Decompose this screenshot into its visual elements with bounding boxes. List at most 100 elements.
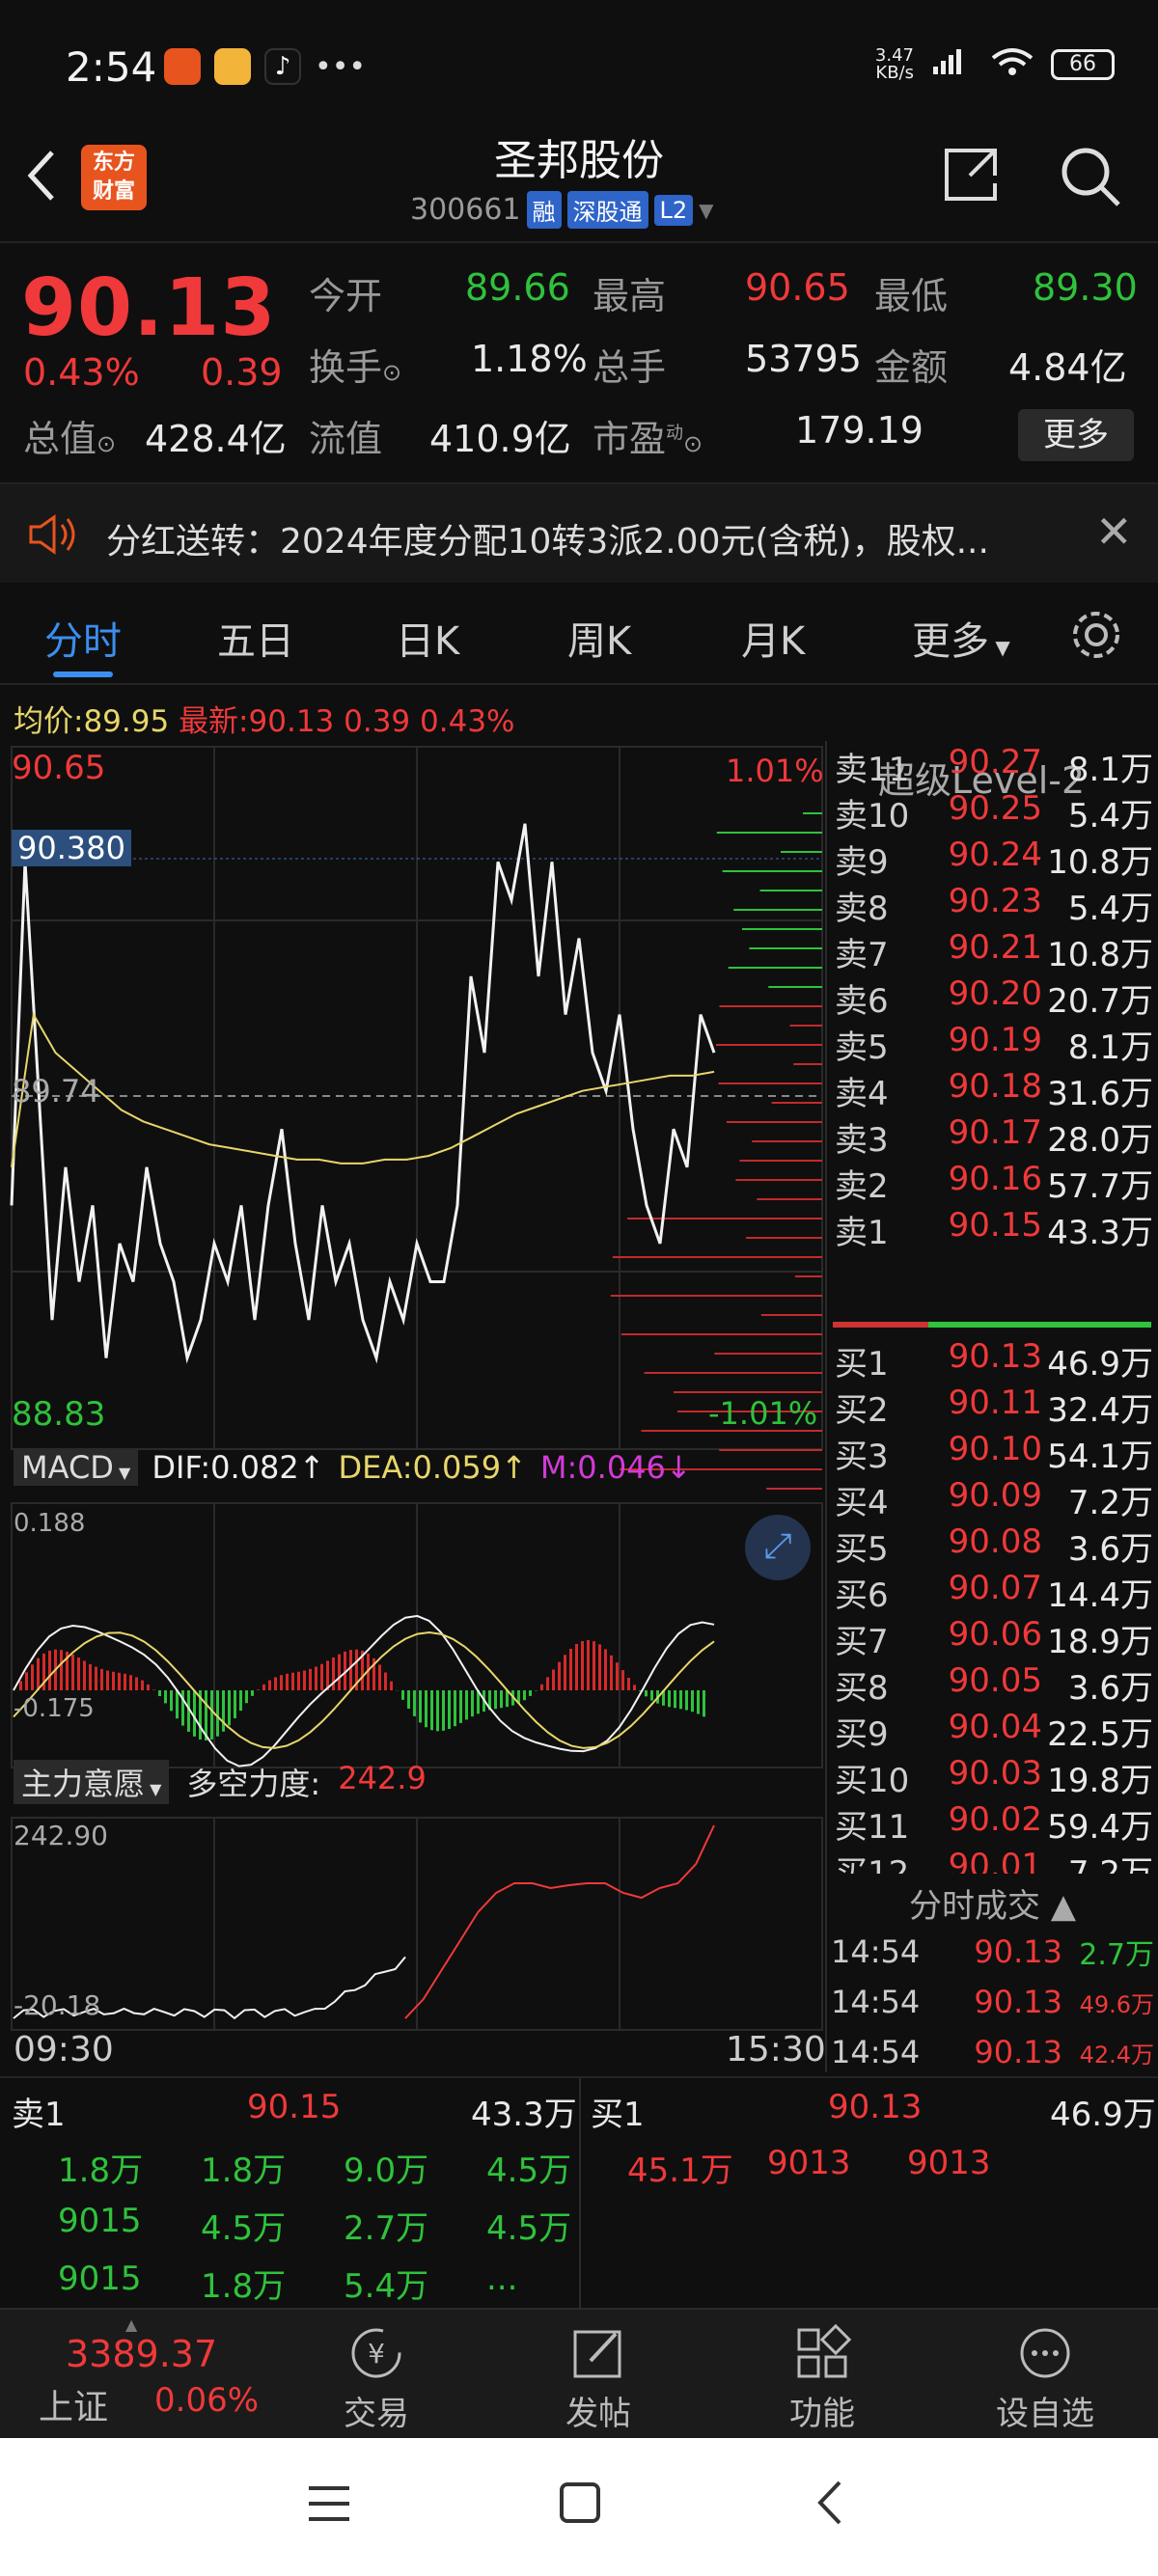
stock-subtitle: 300661 融 深股通 L2 ▼: [410, 191, 714, 229]
search-icon[interactable]: [1057, 143, 1124, 214]
buy-level[interactable]: 买9 90.04 22.5万: [835, 1708, 1153, 1754]
level-label: 卖3: [835, 1121, 889, 1160]
buy-level[interactable]: 买2 90.11 32.4万: [835, 1384, 1153, 1430]
sell-level[interactable]: 卖7 90.21 10.8万: [835, 928, 1153, 974]
price-mid-label: 89.74: [12, 1073, 100, 1110]
macd-bar: [25, 1672, 28, 1690]
open-value: 89.66: [465, 266, 570, 309]
zlyy-selector[interactable]: 主力意愿 ▼: [14, 1760, 170, 1804]
caret-down-icon[interactable]: ▼: [699, 199, 713, 222]
level-price: 90.20: [948, 974, 1042, 1013]
macd-bar: [303, 1670, 306, 1690]
level-price: 90.19: [948, 1021, 1042, 1059]
sell-level[interactable]: 卖10 90.25 5.4万: [835, 789, 1153, 836]
back-nav-icon[interactable]: [811, 2479, 849, 2531]
tab-intraday[interactable]: 分时: [44, 610, 122, 666]
level-label: 买6: [835, 1576, 889, 1615]
macd-bar: [60, 1650, 63, 1690]
sell-level[interactable]: 卖3 90.17 28.0万: [835, 1113, 1153, 1160]
macd-bar: [604, 1649, 607, 1690]
sell-level[interactable]: 卖2 90.16 57.7万: [835, 1160, 1153, 1206]
settings-icon[interactable]: [1069, 608, 1123, 666]
depth-bar: [757, 1198, 822, 1200]
depth-bar: [752, 1140, 822, 1142]
nav-post[interactable]: 发帖: [526, 2319, 671, 2434]
time-start: 09:30: [14, 2030, 114, 2069]
stock-code: 300661: [410, 193, 521, 227]
level-price: 90.24: [948, 836, 1042, 874]
sell-level[interactable]: 卖9 90.24 10.8万: [835, 836, 1153, 882]
macd-bar: [459, 1690, 462, 1723]
trades-title[interactable]: 分时成交 ▲: [827, 1879, 1158, 1927]
expand-icon[interactable]: ⤢: [745, 1515, 811, 1580]
buy-level[interactable]: 买7 90.06 18.9万: [835, 1615, 1153, 1661]
depth-bar: [735, 1179, 822, 1181]
level-label: 买11: [835, 1808, 910, 1847]
dividend-notice[interactable]: 分红送转：2024年度分配10转3派2.00元(含税)，股权... ✕: [0, 482, 1158, 583]
macd-bar: [228, 1690, 231, 1726]
buy-level[interactable]: 买3 90.10 54.1万: [835, 1430, 1153, 1476]
level-price: 90.18: [948, 1067, 1042, 1106]
buy-level[interactable]: 买4 90.09 7.2万: [835, 1476, 1153, 1522]
level-label: 卖6: [835, 982, 889, 1021]
level-price: 90.27: [948, 743, 1042, 781]
menu-icon[interactable]: [307, 2482, 351, 2529]
nav-trade[interactable]: ¥ 交易: [304, 2319, 449, 2434]
zlyy-legend: 主力意愿 ▼ 多空力度: 242.9: [14, 1760, 427, 1804]
close-icon[interactable]: ✕: [1095, 506, 1133, 558]
sell1-volume: 43.3万: [471, 2096, 577, 2134]
depth-bar: [673, 1391, 822, 1393]
sell-level[interactable]: 卖11 90.27 8.1万: [835, 743, 1153, 789]
macd-bar: [257, 1689, 260, 1690]
buy-level[interactable]: 买10 90.03 19.8万: [835, 1754, 1153, 1800]
level-volume: 3.6万: [1067, 1669, 1153, 1708]
tab-monthly-k[interactable]: 月K: [741, 610, 805, 666]
macd-bar: [239, 1690, 242, 1712]
tab-daily-k[interactable]: 日K: [396, 610, 459, 666]
float-value: 410.9亿: [429, 418, 571, 460]
share-icon[interactable]: [941, 145, 1001, 208]
macd-bar: [338, 1654, 341, 1690]
buy-level[interactable]: 买8 90.05 3.6万: [835, 1661, 1153, 1708]
level-price: 90.09: [948, 1476, 1042, 1515]
index-value[interactable]: 3389.37: [66, 2333, 217, 2375]
sell-level[interactable]: 卖8 90.23 5.4万: [835, 882, 1153, 928]
notification-icons: ♪ •••: [164, 48, 366, 85]
sell-level[interactable]: 卖5 90.19 8.1万: [835, 1021, 1153, 1067]
sell-level[interactable]: 卖1 90.15 43.3万: [835, 1206, 1153, 1252]
level-price: 90.13: [948, 1337, 1042, 1376]
index-name[interactable]: 上证: [39, 2379, 108, 2429]
buy-level[interactable]: 买11 90.02 59.4万: [835, 1800, 1153, 1847]
buy-level[interactable]: 买6 90.07 14.4万: [835, 1569, 1153, 1615]
level-label: 卖11: [835, 751, 910, 789]
info-icon[interactable]: ⊙: [683, 430, 703, 457]
level-label: 买9: [835, 1715, 889, 1754]
info-icon[interactable]: ⊙: [96, 430, 116, 457]
index-pct[interactable]: 0.06%: [154, 2381, 259, 2420]
intraday-chart[interactable]: 均价:89.95 最新:90.13 0.39 0.43% 90.65 90.38…: [0, 687, 826, 2076]
macd-selector[interactable]: MACD ▼: [14, 1449, 139, 1486]
tab-more[interactable]: 更多 ▼: [912, 610, 1010, 666]
tab-weekly-k[interactable]: 周K: [567, 610, 631, 666]
sell-level[interactable]: 卖6 90.20 20.7万: [835, 974, 1153, 1021]
macd-bar: [552, 1669, 555, 1690]
info-icon[interactable]: ⊙: [382, 359, 401, 386]
macd-bar: [598, 1644, 601, 1690]
app-notification-icon: [214, 48, 251, 85]
macd-bar: [48, 1650, 51, 1690]
more-button[interactable]: 更多: [1018, 409, 1134, 461]
sell-level[interactable]: 卖4 90.18 31.6万: [835, 1067, 1153, 1113]
home-icon[interactable]: [558, 2480, 602, 2529]
level-volume: 10.8万: [1047, 843, 1153, 882]
nav-functions[interactable]: 功能: [750, 2319, 895, 2434]
buy1-volume: 46.9万: [1050, 2096, 1156, 2134]
level-label: 卖4: [835, 1075, 889, 1113]
high-label: 最高: [593, 275, 667, 317]
nav-add-watchlist[interactable]: 设自选: [973, 2319, 1117, 2434]
macd-bar: [425, 1690, 427, 1728]
tab-five-day[interactable]: 五日: [217, 610, 294, 666]
buy-level[interactable]: 买5 90.08 3.6万: [835, 1522, 1153, 1569]
level-volume: 59.4万: [1047, 1808, 1153, 1847]
buy-level[interactable]: 买1 90.13 46.9万: [835, 1337, 1153, 1384]
level-price: 90.08: [948, 1522, 1042, 1561]
